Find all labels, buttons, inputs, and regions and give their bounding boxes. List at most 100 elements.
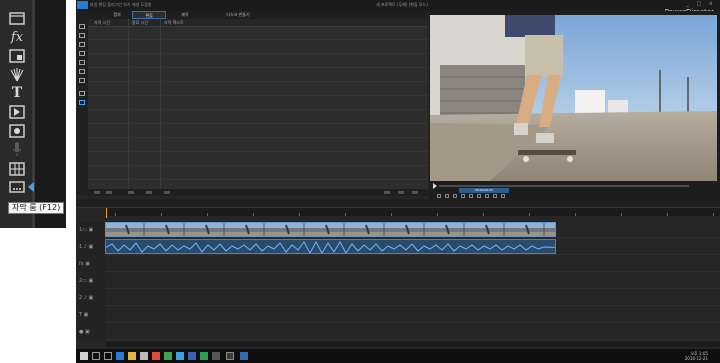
merge-button[interactable] bbox=[128, 191, 134, 194]
powerdirector-taskbar-icon[interactable] bbox=[226, 352, 234, 360]
subtitle-room-icon[interactable] bbox=[8, 179, 26, 195]
title-icon[interactable]: T bbox=[8, 85, 26, 101]
ruler-tick bbox=[207, 213, 208, 216]
track-header-audio-1[interactable]: 1 ♪ ▣ bbox=[76, 239, 105, 255]
start-button-icon[interactable] bbox=[80, 352, 88, 360]
edge-browser-icon[interactable] bbox=[116, 352, 124, 360]
list-row-line bbox=[88, 179, 428, 180]
chrome-icon[interactable] bbox=[152, 352, 160, 360]
fx-icon[interactable] bbox=[79, 33, 85, 38]
track-controls[interactable]: 1 ♪ ▣ bbox=[79, 245, 93, 250]
seek-bar[interactable] bbox=[439, 185, 689, 187]
add-subtitle-button[interactable] bbox=[94, 191, 100, 194]
track-header-video-1[interactable]: 1▭ ▣ bbox=[76, 222, 105, 238]
track-header-video-2[interactable]: 2▭ ▣ bbox=[76, 273, 105, 289]
timecode-display[interactable]: 00;00;00;00 bbox=[459, 188, 509, 193]
import-button[interactable] bbox=[384, 191, 390, 194]
menu-bar[interactable]: 파일 편집 플러그인 보기 재생 도움말 bbox=[90, 1, 152, 9]
powerdirector-window: 파일 편집 플러그인 보기 재생 도움말 새 프로젝트 (무제) (편집 모드)… bbox=[76, 0, 720, 349]
app-extra-icon[interactable] bbox=[240, 352, 248, 360]
app-word-icon[interactable] bbox=[188, 352, 196, 360]
screenshot-root: fx T 자막 룸 (F12) 파일 편집 플러그인 보기 재생 도움말 새 프… bbox=[0, 0, 720, 363]
playhead[interactable] bbox=[106, 208, 107, 218]
fullscreen-button[interactable] bbox=[501, 194, 505, 198]
window-controls[interactable]: _ □ × bbox=[686, 1, 716, 7]
particle-icon[interactable] bbox=[8, 67, 26, 83]
track-header-title[interactable]: T ▣ bbox=[76, 307, 105, 323]
timeline-ruler[interactable] bbox=[105, 208, 720, 216]
sync-button[interactable] bbox=[164, 191, 170, 194]
track-header-audio-2[interactable]: 2 ♪ ▣ bbox=[76, 290, 105, 306]
voiceover-icon[interactable] bbox=[8, 141, 26, 157]
ruler-tick bbox=[437, 213, 438, 216]
transition-icon[interactable] bbox=[8, 104, 26, 120]
play-icon[interactable] bbox=[433, 183, 437, 189]
taskbar-clock[interactable]: 오후 1:05 2016-12-21 bbox=[685, 351, 708, 361]
track-header-fx[interactable]: fx ▣ bbox=[76, 256, 105, 272]
subtitle-room-panel: 자막 시간 종료 시간 자막 텍스트 bbox=[88, 19, 428, 189]
column-start-time: 자막 시간 bbox=[94, 20, 110, 25]
chapter-icon[interactable] bbox=[79, 91, 85, 96]
tab-edit[interactable]: 편집 bbox=[132, 11, 166, 19]
ruler-tick bbox=[115, 213, 116, 216]
particle-icon[interactable] bbox=[79, 51, 85, 56]
ruler-tick bbox=[299, 213, 300, 216]
track-audio-2 bbox=[105, 290, 720, 306]
export-button[interactable] bbox=[398, 191, 404, 194]
track-controls[interactable]: fx ▣ bbox=[79, 262, 90, 267]
app-logo bbox=[77, 1, 88, 9]
audio-mixing-icon[interactable] bbox=[79, 78, 85, 83]
room-sidebar bbox=[76, 19, 88, 195]
fx-icon[interactable]: fx bbox=[8, 30, 26, 46]
track-header-voice[interactable]: ● ▣ bbox=[76, 324, 105, 340]
undock-button[interactable] bbox=[493, 194, 497, 198]
next-frame-button[interactable] bbox=[453, 194, 457, 198]
snapshot-button[interactable] bbox=[469, 194, 473, 198]
file-explorer-icon[interactable] bbox=[128, 352, 136, 360]
audio-mixing-icon[interactable] bbox=[8, 123, 26, 139]
tab-capture[interactable]: 캡처 bbox=[104, 11, 130, 19]
skateboard-scene-image bbox=[430, 15, 717, 181]
app-blue-icon[interactable] bbox=[176, 352, 184, 360]
app-excel-icon[interactable] bbox=[200, 352, 208, 360]
tab-produce[interactable]: 제작 bbox=[172, 11, 198, 19]
chapter-icon[interactable] bbox=[8, 161, 26, 177]
track-controls[interactable]: 1▭ ▣ bbox=[79, 228, 93, 233]
title-icon[interactable] bbox=[79, 60, 85, 65]
preview-video[interactable] bbox=[430, 15, 717, 181]
task-view-icon[interactable] bbox=[104, 352, 112, 360]
blank-area bbox=[0, 228, 66, 363]
app-green-icon[interactable] bbox=[164, 352, 172, 360]
pip-designer-icon[interactable] bbox=[8, 48, 26, 64]
fast-forward-button[interactable] bbox=[461, 194, 465, 198]
prev-frame-button[interactable] bbox=[445, 194, 449, 198]
audio-clip[interactable] bbox=[105, 239, 556, 254]
remove-subtitle-button[interactable] bbox=[106, 191, 112, 194]
track-controls[interactable]: 2▭ ▣ bbox=[79, 279, 93, 284]
timeline-scrollbar[interactable] bbox=[106, 342, 720, 347]
text-button[interactable] bbox=[146, 191, 152, 194]
subtitle-room-icon[interactable] bbox=[79, 100, 85, 105]
tab-create-disc[interactable]: 디스크 만들기 bbox=[216, 11, 260, 19]
search-icon[interactable] bbox=[92, 352, 100, 360]
clip-thumbnails bbox=[106, 223, 555, 236]
track-controls[interactable]: T ▣ bbox=[79, 313, 88, 318]
media-room-icon[interactable] bbox=[79, 24, 85, 29]
track-controls[interactable]: ● ▣ bbox=[79, 330, 90, 335]
ruler-tick bbox=[345, 213, 346, 216]
close-button[interactable] bbox=[412, 191, 418, 194]
pip-designer-icon[interactable] bbox=[79, 42, 85, 47]
list-row-line bbox=[88, 81, 428, 82]
transition-icon[interactable] bbox=[79, 69, 85, 74]
app-gray-icon[interactable] bbox=[212, 352, 220, 360]
media-room-icon[interactable] bbox=[8, 10, 26, 26]
store-icon[interactable] bbox=[140, 352, 148, 360]
volume-button[interactable] bbox=[477, 194, 481, 198]
stop-button[interactable] bbox=[437, 194, 441, 198]
ruler-tick bbox=[713, 213, 714, 216]
track-video-2 bbox=[105, 273, 720, 289]
video-clip[interactable] bbox=[105, 222, 556, 237]
zoomed-room-panel: fx T 자막 룸 (F12) bbox=[0, 0, 66, 228]
3d-button[interactable] bbox=[485, 194, 489, 198]
track-controls[interactable]: 2 ♪ ▣ bbox=[79, 296, 93, 301]
